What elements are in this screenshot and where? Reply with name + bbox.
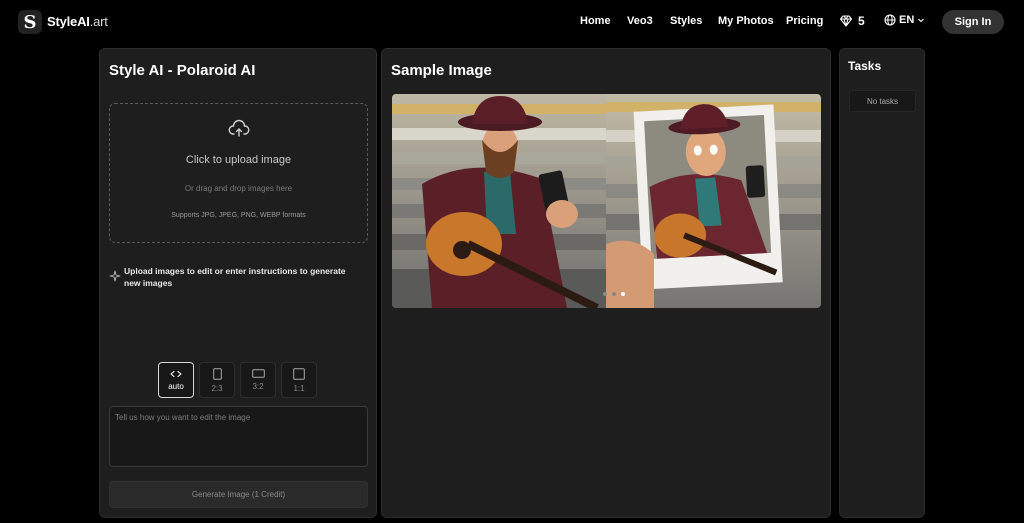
portrait-icon (212, 367, 222, 380)
ratio-2-3-label: 2:3 (211, 383, 223, 393)
nav-veo3[interactable]: Veo3 (627, 15, 653, 27)
upload-title: Click to upload image (185, 154, 292, 166)
sample-image (392, 94, 821, 308)
nav-home[interactable]: Home (580, 15, 611, 27)
landscape-icon (251, 369, 265, 378)
brand-name[interactable]: StyleAI.art (47, 14, 108, 29)
tasks-panel: Tasks No tasks (839, 48, 925, 518)
globe-icon (884, 14, 896, 26)
chevron-down-icon (918, 18, 925, 23)
logo-icon[interactable]: S (18, 10, 42, 34)
nav-my-photos[interactable]: My Photos (718, 15, 774, 27)
language-selector[interactable]: EN (884, 14, 925, 26)
sign-in-button[interactable]: Sign In (942, 10, 1004, 34)
sample-image-carousel[interactable] (392, 94, 821, 308)
brand-name-main[interactable]: StyleAI (47, 14, 90, 29)
page-title: Style AI - Polaroid AI (109, 62, 256, 79)
aspect-ratio-selector: auto 2:3 3:2 1:1 (158, 362, 317, 398)
ratio-3-2-button[interactable]: 3:2 (240, 362, 276, 398)
ratio-2-3-button[interactable]: 2:3 (199, 362, 235, 398)
ratio-auto-button[interactable]: auto (158, 362, 194, 398)
brand-name-suffix[interactable]: .art (90, 14, 108, 29)
ratio-3-2-label: 3:2 (252, 382, 264, 391)
sample-title: Sample Image (391, 62, 492, 79)
ratio-1-1-button[interactable]: 1:1 (281, 362, 317, 398)
ratio-auto-label: auto (168, 381, 184, 391)
expand-arrows-icon (170, 370, 182, 377)
credits-count: 5 (858, 14, 865, 28)
tasks-title: Tasks (848, 59, 882, 73)
nav-styles[interactable]: Styles (670, 15, 702, 27)
nav-pricing[interactable]: Pricing (786, 15, 823, 27)
upload-cloud-icon (228, 119, 250, 137)
top-navbar: S StyleAI.art Home Veo3 Styles My Photos… (0, 0, 1024, 44)
carousel-dot[interactable] (612, 292, 616, 296)
tasks-empty-state: No tasks (849, 90, 916, 112)
carousel-dot[interactable] (603, 292, 607, 296)
upload-dropzone[interactable]: Click to upload image Or drag and drop i… (109, 103, 368, 243)
sparkle-icon (109, 270, 121, 282)
upload-formats: Supports JPG, JPEG, PNG, WEBP formats (171, 212, 306, 219)
gem-icon (839, 15, 853, 27)
credits-counter[interactable]: 5 (839, 14, 865, 28)
carousel-dot-active[interactable] (621, 292, 625, 296)
carousel-indicators (603, 292, 625, 296)
generate-image-button[interactable]: Generate Image (1 Credit) (109, 481, 368, 508)
prompt-input[interactable] (109, 406, 368, 467)
ratio-1-1-label: 1:1 (293, 383, 305, 393)
square-icon (293, 367, 305, 380)
language-label: EN (899, 14, 915, 26)
hint-text: Upload images to edit or enter instructi… (124, 266, 346, 288)
sample-panel: Sample Image (381, 48, 831, 518)
editor-panel: Style AI - Polaroid AI Click to upload i… (99, 48, 377, 518)
upload-subtitle: Or drag and drop images here (184, 184, 293, 193)
